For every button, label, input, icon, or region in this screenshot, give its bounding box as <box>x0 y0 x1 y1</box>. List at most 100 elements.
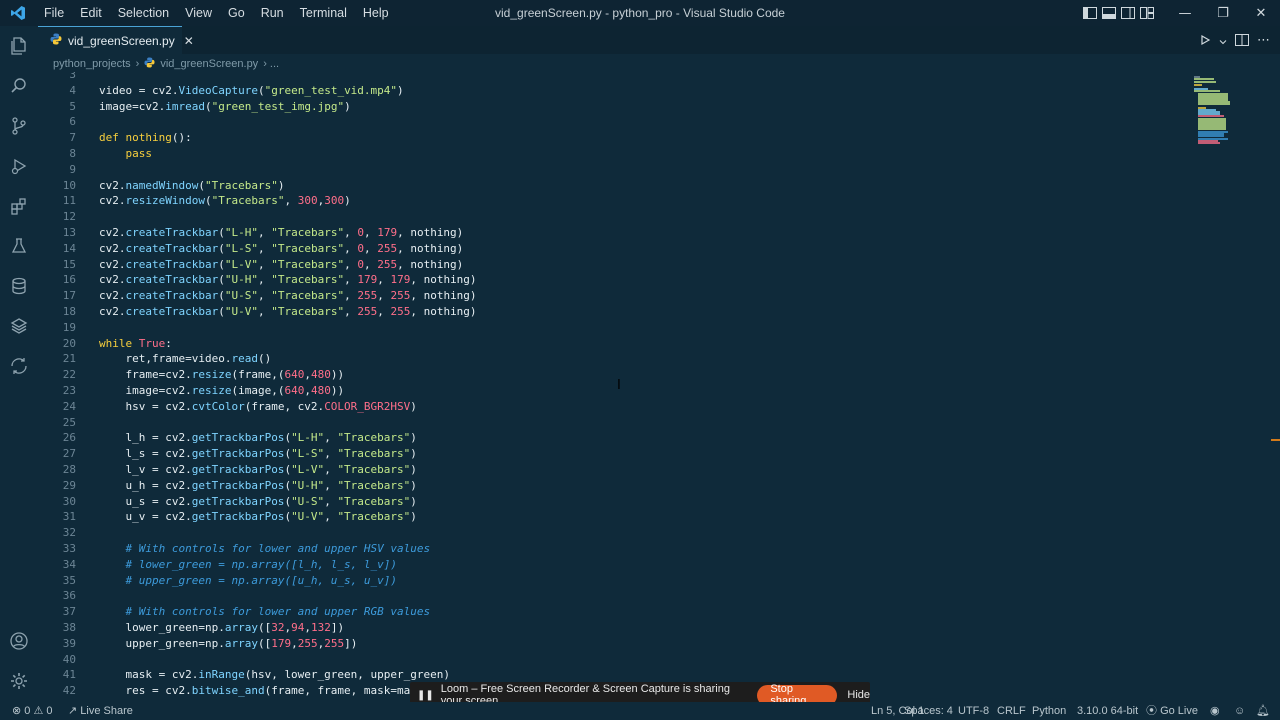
run-debug-icon[interactable] <box>0 146 38 186</box>
code-token: 255 <box>297 636 318 650</box>
code-line[interactable]: 19 <box>38 320 1188 336</box>
source-control-icon[interactable] <box>0 106 38 146</box>
code-line[interactable]: 33 # With controls for lower and upper H… <box>38 541 1188 557</box>
pause-icon[interactable]: ❚❚ <box>417 690 434 701</box>
notifications-bell-icon[interactable]: 🔔︎ <box>1256 702 1270 720</box>
menu-selection[interactable]: Selection <box>110 0 177 26</box>
extensions-icon[interactable] <box>0 186 38 226</box>
toggle-panel-icon[interactable] <box>1099 0 1118 26</box>
code-line[interactable]: 14 cv2.createTrackbar("L-S", "Tracebars",… <box>38 241 1188 257</box>
menu-view[interactable]: View <box>177 0 220 26</box>
more-actions-icon[interactable]: ⋯ <box>1257 33 1270 48</box>
code-line[interactable]: 41 mask = cv2.inRange(hsv, lower_green, … <box>38 667 1188 683</box>
code-line[interactable]: 12 <box>38 209 1188 225</box>
testing-icon[interactable] <box>0 226 38 266</box>
menu-edit[interactable]: Edit <box>72 0 110 26</box>
code-line[interactable]: 6 <box>38 114 1188 130</box>
menu-run[interactable]: Run <box>253 0 292 26</box>
code-line[interactable]: 36 <box>38 588 1188 604</box>
chevron-down-icon[interactable] <box>1219 31 1227 50</box>
go-live-button[interactable]: ⦿ Go Live <box>1146 702 1198 720</box>
activity-bar <box>0 26 38 702</box>
code-line[interactable]: 20 while True: <box>38 336 1188 352</box>
code-line[interactable]: 34 # lower_green = np.array([l_h, l_s, l… <box>38 557 1188 573</box>
tab-close-button[interactable]: ✕ <box>184 34 194 48</box>
search-icon[interactable] <box>0 66 38 106</box>
code-line[interactable]: 38 lower_green=np.array([32,94,132]) <box>38 620 1188 636</box>
code-line[interactable]: 28 l_v = cv2.getTrackbarPos("L-V", "Trac… <box>38 462 1188 478</box>
code-editor[interactable]: 3 4 video = cv2.VideoCapture("green_test_v… <box>38 72 1268 702</box>
code-line[interactable]: 9 <box>38 162 1188 178</box>
code-line[interactable]: 32 <box>38 525 1188 541</box>
account-status-icon[interactable]: ◉ <box>1210 702 1220 720</box>
language-mode[interactable]: Python <box>1032 702 1066 720</box>
database-icon[interactable] <box>0 266 38 306</box>
code-line[interactable]: 11 cv2.resizeWindow("Tracebars", 300,300) <box>38 193 1188 209</box>
breadcrumb-file[interactable]: vid_greenScreen.py <box>160 58 258 70</box>
feedback-icon[interactable]: ☺ <box>1234 702 1245 720</box>
code-line[interactable]: 3 <box>38 72 1188 83</box>
code-line[interactable]: 17 cv2.createTrackbar("U-S", "Tracebars",… <box>38 288 1188 304</box>
layers-icon[interactable] <box>0 306 38 346</box>
close-window-button[interactable]: ✕ <box>1242 0 1280 26</box>
code-token: ret,frame=video. <box>99 352 232 366</box>
split-editor-icon[interactable] <box>1235 31 1249 50</box>
indentation-setting[interactable]: Spaces: 4 <box>904 702 953 720</box>
menu-terminal[interactable]: Terminal <box>292 0 355 26</box>
vscode-logo-icon[interactable] <box>0 0 36 26</box>
breadcrumb-more[interactable]: › ... <box>263 58 279 70</box>
code-line[interactable]: 10 cv2.namedWindow("Tracebars") <box>38 178 1188 194</box>
code-text: # With controls for lower and upper HSV … <box>99 541 431 557</box>
code-line[interactable]: 35 # upper_green = np.array([u_h, u_s, u… <box>38 573 1188 589</box>
minimap-line <box>1194 84 1202 86</box>
python-interpreter[interactable]: 3.10.0 64-bit <box>1077 702 1138 720</box>
encoding-setting[interactable]: UTF-8 <box>958 702 989 720</box>
code-line[interactable]: 7 def nothing(): <box>38 130 1188 146</box>
minimize-button[interactable]: — <box>1166 0 1204 26</box>
code-line[interactable]: 25 <box>38 415 1188 431</box>
code-line[interactable]: 5 image=cv2.imread("green_test_img.jpg") <box>38 99 1188 115</box>
restore-button[interactable]: ❐ <box>1204 0 1242 26</box>
code-line[interactable]: 15 cv2.createTrackbar("L-V", "Tracebars",… <box>38 257 1188 273</box>
breadcrumb-folder[interactable]: python_projects <box>53 58 131 70</box>
toggle-secondary-sidebar-icon[interactable] <box>1118 0 1137 26</box>
problems-indicator[interactable]: ⊗ 0 ⚠ 0 <box>12 702 53 720</box>
tab-vid-greenscreen[interactable]: vid_greenScreen.py ✕ <box>38 26 194 54</box>
code-text: hsv = cv2.cvtColor(frame, cv2.COLOR_BGR2… <box>99 399 416 415</box>
eol-setting[interactable]: CRLF <box>997 702 1026 720</box>
code-line[interactable]: 16 cv2.createTrackbar("U-H", "Tracebars",… <box>38 272 1188 288</box>
account-icon[interactable] <box>0 621 38 661</box>
code-line[interactable]: 31 u_v = cv2.getTrackbarPos("U-V", "Trac… <box>38 509 1188 525</box>
remote-icon[interactable] <box>0 346 38 386</box>
minimap[interactable] <box>1190 72 1270 152</box>
hide-button[interactable]: Hide <box>847 689 870 701</box>
customize-layout-icon[interactable] <box>1137 0 1156 26</box>
code-line[interactable]: 23 image=cv2.resize(image,(640,480)) <box>38 383 1188 399</box>
code-token: , <box>344 226 358 239</box>
code-token: l_s = cv2. <box>99 447 192 461</box>
run-file-icon[interactable] <box>1199 31 1211 50</box>
code-line[interactable]: 39 upper_green=np.array([179,255,255]) <box>38 636 1188 652</box>
code-line[interactable]: 4 video = cv2.VideoCapture("green_test_vi… <box>38 83 1188 99</box>
code-token: "L-S" <box>291 447 325 461</box>
menu-help[interactable]: Help <box>355 0 397 26</box>
code-line[interactable]: 40 <box>38 652 1188 668</box>
code-line[interactable]: 30 u_s = cv2.getTrackbarPos("U-S", "Trac… <box>38 494 1188 510</box>
code-line[interactable]: 22 frame=cv2.resize(frame,(640,480)) <box>38 367 1188 383</box>
menu-file[interactable]: File <box>36 0 72 26</box>
code-line[interactable]: 24 hsv = cv2.cvtColor(frame, cv2.COLOR_B… <box>38 399 1188 415</box>
code-line[interactable]: 26 l_h = cv2.getTrackbarPos("L-H", "Trac… <box>38 430 1188 446</box>
menu-go[interactable]: Go <box>220 0 253 26</box>
code-line[interactable]: 18 cv2.createTrackbar("U-V", "Tracebars",… <box>38 304 1188 320</box>
toggle-primary-sidebar-icon[interactable] <box>1080 0 1099 26</box>
code-line[interactable]: 21 ret,frame=video.read() <box>38 351 1188 367</box>
live-share-button[interactable]: ↗ Live Share <box>68 702 133 720</box>
code-line[interactable]: 29 u_h = cv2.getTrackbarPos("U-H", "Trac… <box>38 478 1188 494</box>
explorer-icon[interactable] <box>0 26 38 66</box>
code-line[interactable]: 27 l_s = cv2.getTrackbarPos("L-S", "Trac… <box>38 446 1188 462</box>
code-line[interactable]: 37 # With controls for lower and upper R… <box>38 604 1188 620</box>
code-line[interactable]: 13 cv2.createTrackbar("L-H", "Tracebars",… <box>38 225 1188 241</box>
settings-gear-icon[interactable] <box>0 661 38 701</box>
code-line[interactable]: 8 pass <box>38 146 1188 162</box>
